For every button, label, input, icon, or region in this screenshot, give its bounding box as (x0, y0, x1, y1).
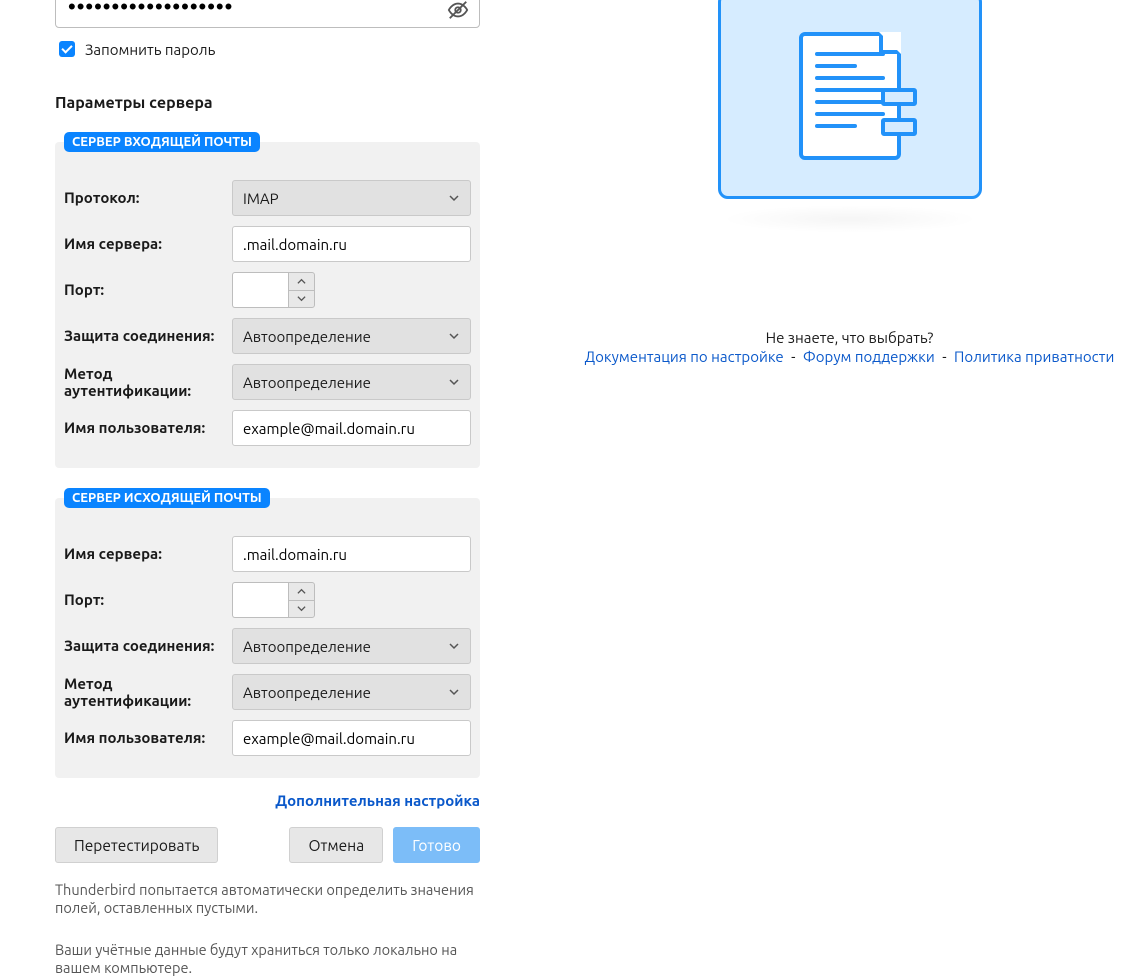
outgoing-legend: СЕРВЕР ИСХОДЯЩЕЙ ПОЧТЫ (64, 488, 270, 508)
outgoing-security-value: Автоопределение (243, 638, 371, 655)
incoming-protocol-select[interactable]: IMAP (232, 180, 471, 216)
incoming-port-up[interactable] (289, 273, 314, 291)
local-storage-note: Ваши учётные данные будут храниться толь… (55, 941, 480, 977)
password-input[interactable] (68, 0, 439, 24)
outgoing-port-input[interactable] (232, 582, 288, 618)
incoming-port-group (232, 272, 317, 308)
outgoing-port-up[interactable] (289, 583, 314, 601)
incoming-host-label: Имя сервера: (64, 235, 224, 252)
chevron-down-icon (448, 330, 460, 342)
separator: - (942, 348, 946, 365)
incoming-protocol-value: IMAP (243, 190, 279, 207)
incoming-auth-label: Метод аутентификации: (64, 365, 224, 400)
outgoing-port-spinner (288, 582, 315, 618)
chevron-down-icon (448, 686, 460, 698)
outgoing-host-label: Имя сервера: (64, 545, 224, 562)
outgoing-user-label: Имя пользователя: (64, 729, 224, 746)
outgoing-auth-select[interactable]: Автоопределение (232, 674, 471, 710)
remember-password-label: Запомнить пароль (85, 41, 215, 58)
server-params-heading: Параметры сервера (55, 94, 555, 112)
docs-link[interactable]: Документация по настройке (585, 348, 784, 365)
incoming-legend: СЕРВЕР ВХОДЯЩЕЙ ПОЧТЫ (64, 132, 260, 152)
eye-off-icon[interactable] (447, 0, 469, 21)
chevron-down-icon (448, 192, 460, 204)
incoming-auth-value: Автоопределение (243, 374, 371, 391)
illustration-shadow (720, 205, 980, 233)
remember-password-row: Запомнить пароль (55, 38, 555, 60)
retest-button[interactable]: Перетестировать (55, 827, 218, 863)
outgoing-host-input[interactable] (232, 536, 471, 572)
incoming-security-label: Защита соединения: (64, 327, 224, 344)
chevron-down-icon (448, 376, 460, 388)
incoming-security-value: Автоопределение (243, 328, 371, 345)
forum-link[interactable]: Форум поддержки (803, 348, 935, 365)
outgoing-security-select[interactable]: Автоопределение (232, 628, 471, 664)
auto-detect-note: Thunderbird попытается автоматически опр… (55, 881, 480, 917)
incoming-server-fieldset: СЕРВЕР ВХОДЯЩЕЙ ПОЧТЫ Протокол: IMAP Имя… (55, 142, 480, 468)
advanced-config-link[interactable]: Дополнительная настройка (55, 792, 480, 809)
outgoing-auth-value: Автоопределение (243, 684, 371, 701)
outgoing-port-down[interactable] (289, 601, 314, 618)
outgoing-server-fieldset: СЕРВЕР ИСХОДЯЩЕЙ ПОЧТЫ Имя сервера: Порт… (55, 498, 480, 778)
help-prompt: Не знаете, что выбрать? (766, 329, 934, 346)
outgoing-port-label: Порт: (64, 591, 224, 608)
outgoing-port-group (232, 582, 317, 618)
incoming-port-label: Порт: (64, 281, 224, 298)
incoming-security-select[interactable]: Автоопределение (232, 318, 471, 354)
done-button[interactable]: Готово (393, 827, 480, 863)
outgoing-auth-label: Метод аутентификации: (64, 675, 224, 710)
incoming-port-down[interactable] (289, 291, 314, 308)
incoming-port-input[interactable] (232, 272, 288, 308)
help-links: Документация по настройке - Форум поддер… (585, 348, 1115, 365)
separator: - (791, 348, 795, 365)
incoming-user-input[interactable] (232, 410, 471, 446)
illustration-card (718, 0, 982, 199)
incoming-protocol-label: Протокол: (64, 189, 224, 206)
privacy-link[interactable]: Политика приватности (954, 348, 1114, 365)
incoming-auth-select[interactable]: Автоопределение (232, 364, 471, 400)
button-bar: Перетестировать Отмена Готово (55, 827, 480, 863)
incoming-port-spinner (288, 272, 315, 308)
document-icon (799, 32, 901, 160)
outgoing-security-label: Защита соединения: (64, 637, 224, 654)
password-field-wrap (55, 0, 480, 28)
remember-password-checkbox[interactable] (59, 41, 75, 57)
incoming-user-label: Имя пользователя: (64, 419, 224, 436)
incoming-host-input[interactable] (232, 226, 471, 262)
outgoing-user-input[interactable] (232, 720, 471, 756)
cancel-button[interactable]: Отмена (289, 827, 383, 863)
chevron-down-icon (448, 640, 460, 652)
